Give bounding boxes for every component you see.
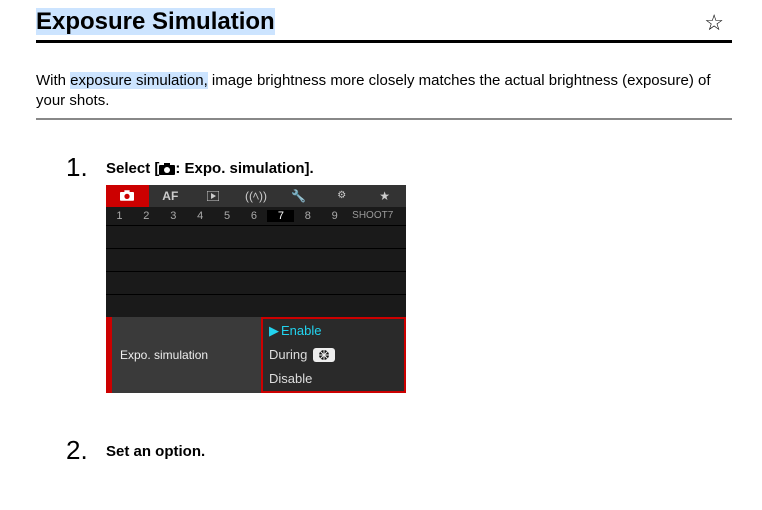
tab-mymenu: ★ (363, 185, 406, 207)
options-popup: ▶Enable During Disable (261, 317, 406, 393)
title-highlight: Exposure Simulation (36, 8, 275, 35)
option-enable: ▶Enable (263, 319, 404, 343)
camera-icon (120, 190, 134, 201)
option-disable: Disable (263, 367, 404, 391)
selection-triangle-icon: ▶ (269, 323, 279, 339)
tab-wireless: ((ﾍ)) (235, 185, 278, 207)
num-2: 2 (133, 210, 160, 222)
page-label: SHOOT7 (348, 210, 406, 221)
step-1: Select [ : Expo. simulation]. AF ((ﾍ)) 🔧 … (106, 160, 732, 393)
custom-icon: ⚙ (337, 190, 346, 201)
dof-preview-icon (313, 348, 335, 362)
option-enable-label: Enable (281, 323, 321, 338)
step-1-title: Select [ : Expo. simulation]. (106, 160, 732, 177)
tab-setup: 🔧 (277, 185, 320, 207)
menu-page-numbers: 1 2 3 4 5 6 7 8 9 SHOOT7 (106, 207, 406, 225)
steps-list: Select [ : Expo. simulation]. AF ((ﾍ)) 🔧 … (106, 160, 732, 460)
document-page: Exposure Simulation ☆ With exposure simu… (0, 0, 762, 460)
intro-paragraph: With exposure simulation, image brightne… (36, 71, 732, 112)
expo-sim-row: Expo. simulation ▶Enable During Disable (106, 317, 406, 393)
step-2: Set an option. (106, 443, 732, 460)
intro-pre: With (36, 72, 70, 89)
step1-post: : Expo. simulation]. (175, 160, 313, 177)
num-9: 9 (321, 210, 348, 222)
num-8: 8 (294, 210, 321, 222)
menu-tabs: AF ((ﾍ)) 🔧 ⚙ ★ (106, 185, 406, 207)
empty-row (106, 294, 406, 317)
favorite-star-icon: ☆ (704, 10, 724, 36)
step-2-title: Set an option. (106, 443, 732, 460)
intro-highlight: exposure simulation, (70, 72, 208, 89)
play-icon (207, 191, 219, 201)
star-icon: ★ (379, 189, 390, 203)
option-during-label: During (269, 347, 307, 362)
tab-af: AF (149, 185, 192, 207)
page-title: Exposure Simulation (36, 8, 275, 36)
option-during: During (263, 343, 404, 367)
intro-divider (36, 118, 732, 120)
tab-playback (192, 185, 235, 207)
num-4: 4 (187, 210, 214, 222)
num-6: 6 (241, 210, 268, 222)
empty-row (106, 248, 406, 271)
tab-af-label: AF (162, 189, 178, 203)
camera-menu-screenshot: AF ((ﾍ)) 🔧 ⚙ ★ 1 2 3 4 5 6 7 8 9 (106, 185, 406, 393)
page-header: Exposure Simulation ☆ (36, 8, 732, 43)
step1-pre: Select [ (106, 160, 159, 177)
tab-custom: ⚙ (320, 185, 363, 207)
num-3: 3 (160, 210, 187, 222)
menu-rows (106, 225, 406, 317)
num-7: 7 (267, 210, 294, 222)
wrench-icon: 🔧 (291, 189, 306, 203)
empty-row (106, 271, 406, 294)
num-1: 1 (106, 210, 133, 222)
row-label: Expo. simulation (112, 317, 261, 393)
empty-row (106, 225, 406, 248)
option-disable-label: Disable (269, 371, 312, 386)
camera-icon (159, 163, 175, 175)
tab-shoot (106, 185, 149, 207)
num-5: 5 (214, 210, 241, 222)
wifi-icon: ((ﾍ)) (245, 187, 267, 204)
